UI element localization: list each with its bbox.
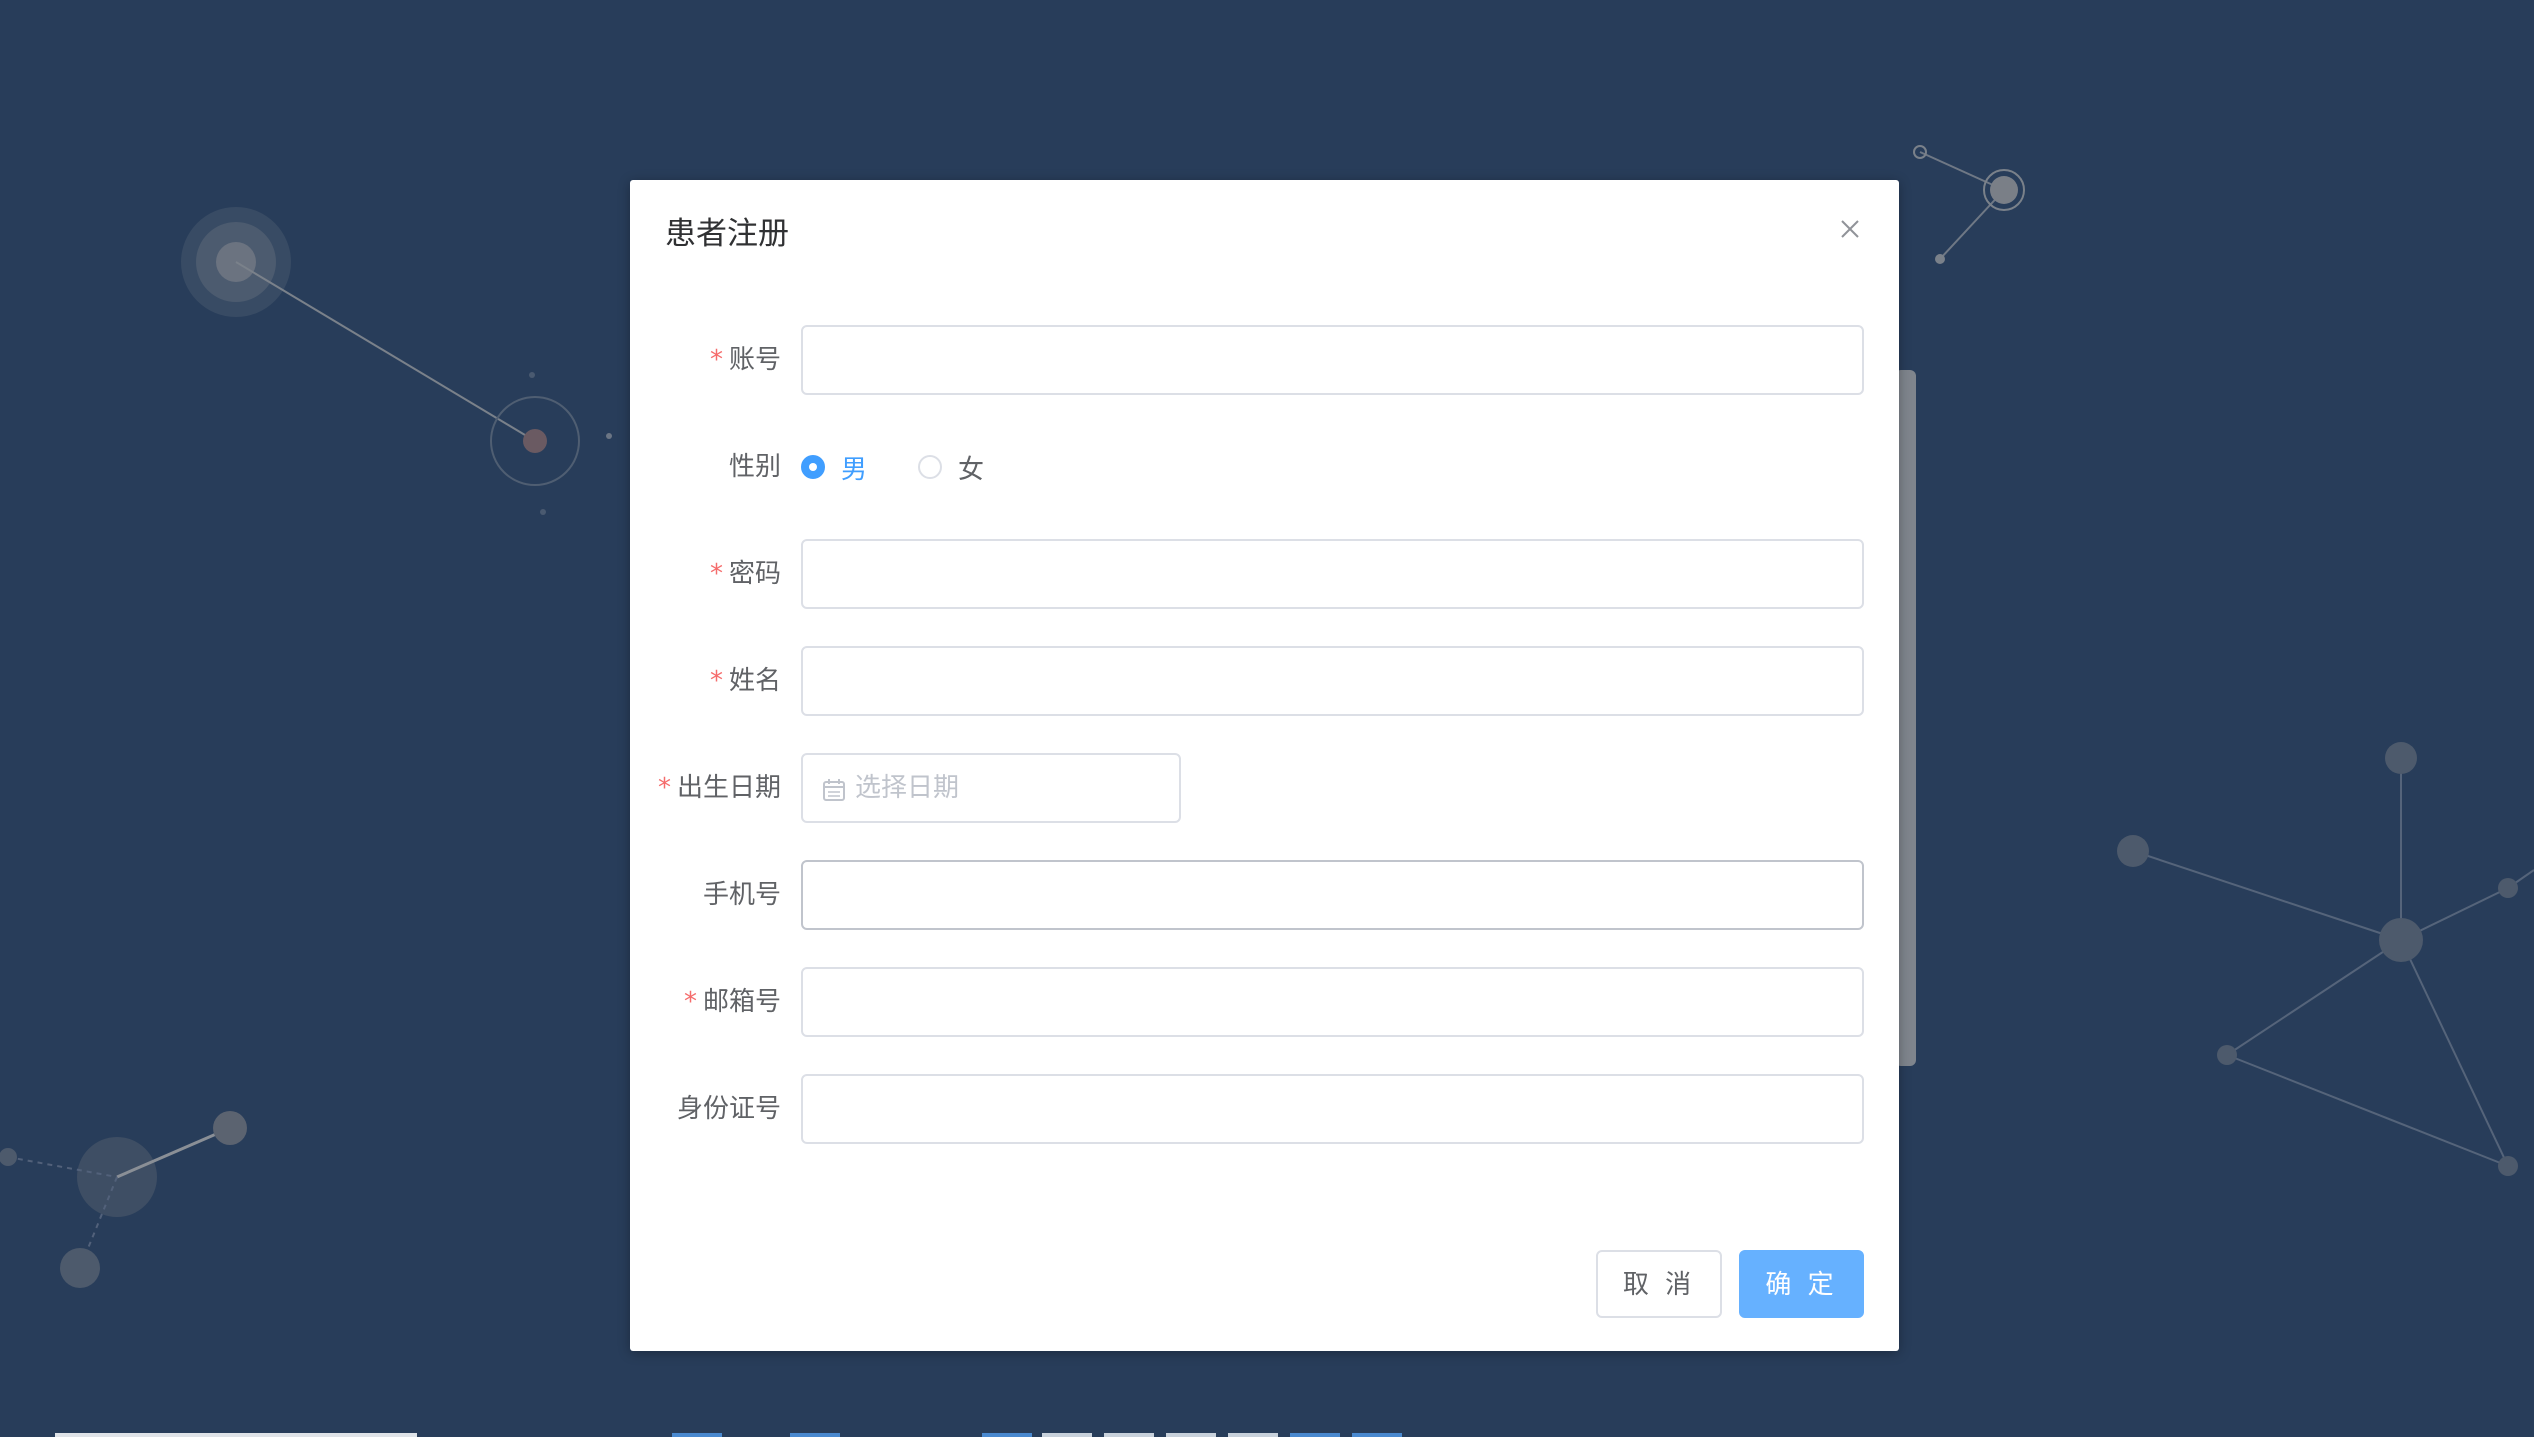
radio-label: 男: [841, 454, 868, 485]
form-row-password: * 密码: [630, 539, 1899, 609]
bg-node: [2117, 835, 2149, 867]
gender-label: 性别: [728, 452, 781, 482]
bg-node: [523, 429, 547, 453]
background-bottom-chip: [1352, 1433, 1402, 1437]
bg-edge: [235, 261, 536, 442]
form-row-name: * 姓名: [630, 646, 1899, 716]
required-mark: *: [709, 666, 723, 696]
background-bottom-chip: [1042, 1433, 1092, 1437]
radio-unchecked-icon: [918, 455, 942, 479]
bg-edge: [1939, 189, 2005, 260]
bg-edge: [2132, 850, 2402, 941]
form-row-gender: 性别 男 女: [630, 432, 1899, 502]
bg-node: [606, 433, 612, 439]
bg-edge: [2400, 939, 2509, 1167]
bg-node: [0, 1148, 17, 1166]
bg-node: [1935, 254, 1945, 264]
background-bottom-chip: [1104, 1433, 1154, 1437]
birthdate-picker[interactable]: 选择日期: [801, 753, 1181, 823]
bg-node: [60, 1248, 100, 1288]
bg-node: [2498, 1156, 2518, 1176]
required-mark: *: [657, 773, 671, 803]
bg-edge: [2226, 939, 2402, 1056]
required-mark: *: [683, 987, 697, 1017]
calendar-icon: [823, 779, 845, 801]
radio-checked-icon: [801, 455, 825, 479]
bg-node: [1990, 176, 2018, 204]
birthdate-placeholder: 选择日期: [855, 773, 960, 803]
dialog-title: 患者注册: [665, 216, 789, 252]
phone-label: 手机号: [702, 880, 781, 910]
bg-node: [213, 1111, 247, 1145]
password-input[interactable]: [801, 539, 1864, 609]
required-mark: *: [709, 345, 723, 375]
confirm-button[interactable]: 确 定: [1739, 1250, 1864, 1318]
gender-radio-male[interactable]: 男: [801, 432, 867, 502]
background-bottom-chip: [1290, 1433, 1340, 1437]
close-icon[interactable]: [1835, 214, 1865, 244]
bg-node: [540, 509, 546, 515]
id-card-input[interactable]: [801, 1074, 1864, 1144]
account-input[interactable]: [801, 325, 1864, 395]
birthdate-label: * 出生日期: [657, 773, 781, 803]
form-row-id-card: 身份证号: [630, 1074, 1899, 1144]
background-bottom-strip: [55, 1433, 417, 1437]
gender-radio-female[interactable]: 女: [918, 432, 984, 502]
bg-node: [529, 372, 535, 378]
background-bottom-chip: [790, 1433, 840, 1437]
phone-input[interactable]: [801, 860, 1864, 930]
cancel-button[interactable]: 取 消: [1596, 1250, 1722, 1318]
background-bottom-chip: [982, 1433, 1032, 1437]
background-bottom-chip: [1166, 1433, 1216, 1437]
bg-node: [2379, 918, 2423, 962]
email-label: * 邮箱号: [683, 987, 781, 1017]
name-label: * 姓名: [709, 666, 781, 696]
required-mark: *: [709, 559, 723, 589]
form-row-phone: 手机号: [630, 860, 1899, 930]
form-row-email: * 邮箱号: [630, 967, 1899, 1037]
background-bottom-chip: [672, 1433, 722, 1437]
form-row-birthdate: * 出生日期 选择日期: [630, 753, 1899, 823]
bg-node: [2217, 1045, 2237, 1065]
bg-edge: [2226, 1054, 2509, 1167]
id-card-label: 身份证号: [676, 1094, 781, 1124]
bg-node: [2498, 878, 2518, 898]
email-input[interactable]: [801, 967, 1864, 1037]
bg-node: [2385, 742, 2417, 774]
name-input[interactable]: [801, 646, 1864, 716]
background-bottom-chip: [1228, 1433, 1278, 1437]
password-label: * 密码: [709, 559, 781, 589]
form-row-account: * 账号: [630, 325, 1899, 395]
radio-label: 女: [958, 454, 985, 485]
account-label: * 账号: [709, 345, 781, 375]
patient-registration-dialog: 患者注册 * 账号 性别 男 女 * 密码 * 姓名 * 出生日期 选择日期 手…: [630, 180, 1899, 1351]
